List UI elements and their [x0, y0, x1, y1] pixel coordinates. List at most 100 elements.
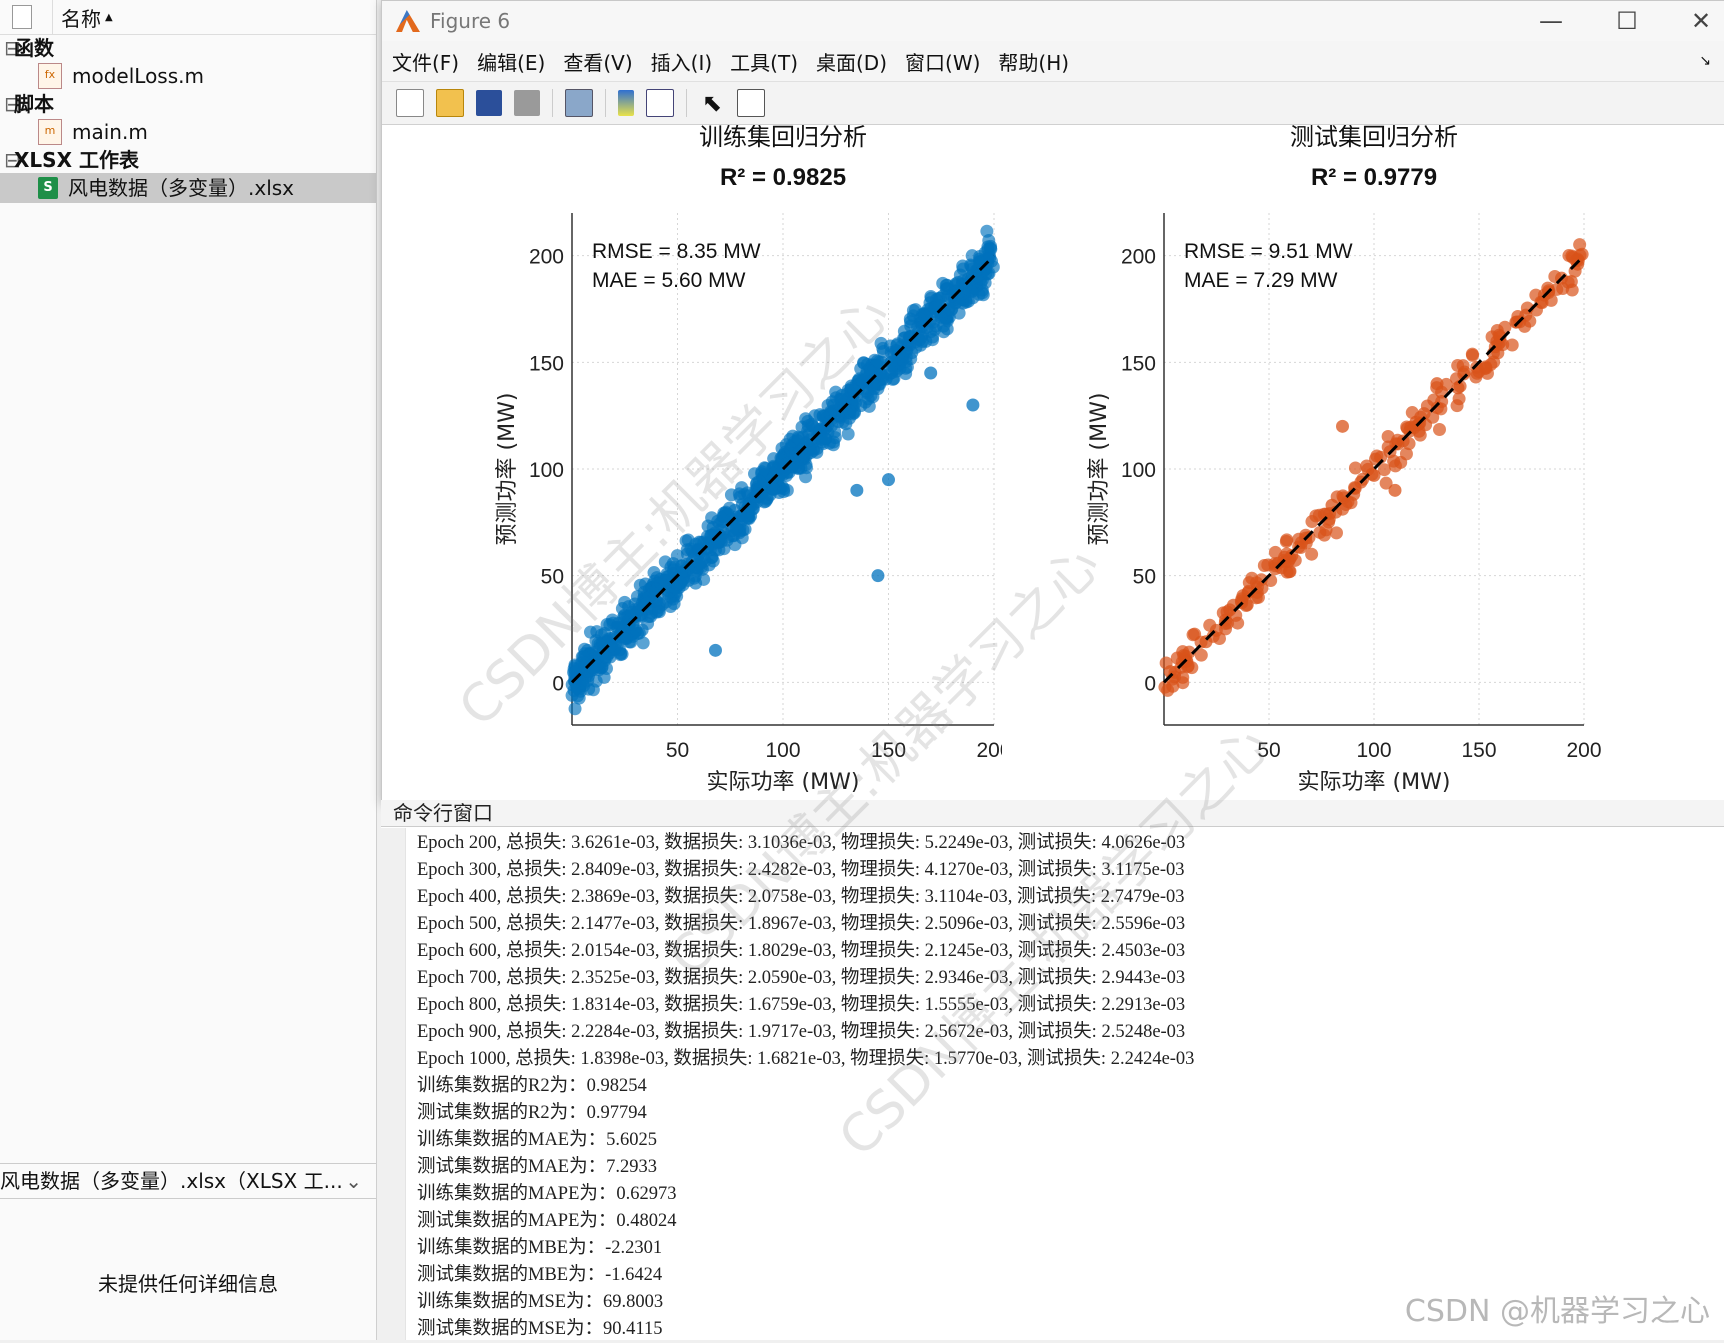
- legend-icon[interactable]: [646, 89, 674, 117]
- chart-subtitle: R² = 0.9779: [1311, 164, 1437, 191]
- command-output-line: Epoch 1000, 总损失: 1.8398e-03, 数据损失: 1.682…: [417, 1049, 1195, 1069]
- figure-title: Figure 6: [430, 9, 511, 33]
- chevron-down-icon[interactable]: ⌄: [345, 1164, 362, 1198]
- scatter-point: [1305, 547, 1319, 561]
- x-tick-label: 100: [1356, 739, 1391, 762]
- y-tick-label: 0: [1144, 672, 1156, 695]
- file-item-wind-data[interactable]: S 风电数据（多变量）.xlsx: [0, 173, 376, 203]
- group-scripts[interactable]: ⊟脚本: [0, 91, 376, 117]
- scatter-point: [792, 460, 806, 474]
- figure-menubar: 文件(F) 编辑(E) 查看(V) 插入(I) 工具(T) 桌面(D) 窗口(W…: [382, 41, 1724, 82]
- scatter-point: [1388, 483, 1402, 497]
- name-column-header[interactable]: 名称: [61, 3, 101, 32]
- link-plot-icon[interactable]: [565, 89, 593, 117]
- scatter-point: [1381, 429, 1395, 443]
- x-tick-label: 50: [666, 739, 689, 762]
- y-tick-label: 100: [529, 459, 564, 482]
- command-gutter: [381, 828, 406, 1340]
- print-icon[interactable]: [514, 90, 540, 116]
- menu-file[interactable]: 文件(F): [392, 47, 459, 76]
- scatter-point: [692, 555, 706, 569]
- command-output-line: 训练集数据的MAPE为：0.62973: [417, 1184, 677, 1204]
- collapse-icon[interactable]: ⊟: [4, 35, 21, 61]
- y-axis-label: 预测功率 (MW): [1087, 393, 1112, 546]
- scatter-point: [1313, 525, 1327, 539]
- menu-view[interactable]: 查看(V): [563, 47, 632, 76]
- csdn-footer-watermark: CSDN @机器学习之心: [1404, 1294, 1710, 1329]
- scatter-point: [897, 324, 911, 338]
- scatter-point: [1348, 461, 1362, 475]
- x-tick-label: 100: [765, 739, 800, 762]
- scatter-point: [937, 319, 951, 333]
- column-divider: [52, 0, 53, 34]
- file-browser-header[interactable]: 名称 ▲: [0, 0, 376, 35]
- scatter-point: [1450, 399, 1464, 413]
- dock-icon[interactable]: ↘: [1699, 53, 1711, 69]
- y-tick-label: 100: [1121, 459, 1156, 482]
- group-functions[interactable]: ⊟函数: [0, 35, 376, 61]
- scatter-point: [1188, 627, 1202, 641]
- scatter-point: [1388, 459, 1402, 473]
- maximize-icon[interactable]: ☐: [1607, 7, 1647, 35]
- scatter-point: [752, 474, 766, 488]
- property-editor-icon[interactable]: [737, 89, 765, 117]
- menu-tools[interactable]: 工具(T): [730, 47, 798, 76]
- command-output-line: Epoch 300, 总损失: 2.8409e-03, 数据损失: 2.4282…: [417, 860, 1185, 880]
- details-dropdown[interactable]: 风电数据（多变量）.xlsx（XLSX 工... ⌄: [0, 1163, 376, 1199]
- file-browser-panel: 名称 ▲ ⊟函数 fx modelLoss.m ⊟脚本 m main.m ⊟XLSX…: [0, 0, 377, 1340]
- scatter-point: [1257, 559, 1271, 573]
- open-folder-icon[interactable]: [436, 89, 464, 117]
- toolbar-separator: [605, 89, 606, 117]
- y-tick-label: 150: [1121, 352, 1156, 375]
- command-output-line: Epoch 200, 总损失: 3.6261e-03, 数据损失: 3.1036…: [417, 833, 1186, 853]
- pointer-icon[interactable]: ⬉: [699, 90, 725, 116]
- collapse-icon[interactable]: ⊟: [4, 91, 21, 117]
- scatter-point: [1535, 296, 1549, 310]
- scatter-point: [767, 482, 781, 496]
- scatter-point: [572, 691, 586, 705]
- close-icon[interactable]: ✕: [1681, 7, 1721, 35]
- save-icon[interactable]: [476, 90, 502, 116]
- scatter-point: [1176, 676, 1190, 690]
- collapse-icon[interactable]: ⊟: [4, 147, 21, 173]
- matlab-script-icon: m: [38, 119, 62, 145]
- command-output: Epoch 200, 总损失: 3.6261e-03, 数据损失: 3.1036…: [417, 830, 1194, 1343]
- matlab-logo-icon: [396, 10, 420, 32]
- menu-help[interactable]: 帮助(H): [998, 47, 1069, 76]
- menu-insert[interactable]: 插入(I): [651, 47, 713, 76]
- menu-desktop[interactable]: 桌面(D): [816, 47, 887, 76]
- scatter-point: [850, 483, 864, 497]
- scatter-point: [1430, 377, 1444, 391]
- scatter-point: [1255, 581, 1269, 595]
- figure-window: Figure 6 — ☐ ✕ 文件(F) 编辑(E) 查看(V) 插入(I) 工…: [381, 0, 1724, 802]
- minimize-icon[interactable]: —: [1531, 7, 1571, 35]
- file-item-main[interactable]: m main.m: [0, 117, 376, 147]
- y-tick-label: 200: [529, 246, 564, 269]
- command-output-line: 训练集数据的R2为：0.98254: [417, 1076, 647, 1096]
- metric-annotation: RMSE = 8.35 MW: [592, 240, 761, 263]
- command-window-body[interactable]: Epoch 200, 总损失: 3.6261e-03, 数据损失: 3.1036…: [381, 828, 1724, 1340]
- scatter-point: [1203, 618, 1217, 632]
- command-output-line: 测试集数据的MSE为：90.4115: [417, 1319, 663, 1339]
- scatter-point: [804, 446, 818, 460]
- figure-titlebar[interactable]: Figure 6 — ☐ ✕: [382, 1, 1724, 41]
- menu-edit[interactable]: 编辑(E): [477, 47, 545, 76]
- matlab-function-icon: fx: [38, 63, 62, 89]
- scatter-point: [1305, 515, 1319, 529]
- file-item-modelloss[interactable]: fx modelLoss.m: [0, 61, 376, 91]
- y-tick-label: 50: [1133, 566, 1156, 589]
- x-tick-label: 50: [1257, 739, 1280, 762]
- scatter-point: [677, 571, 691, 585]
- group-label: 函数: [14, 36, 54, 60]
- command-output-line: 测试集数据的MAPE为：0.48024: [417, 1211, 677, 1231]
- group-xlsx[interactable]: ⊟XLSX 工作表: [0, 147, 376, 173]
- figure-toolbar: ⬉: [382, 82, 1724, 125]
- new-figure-icon[interactable]: [396, 89, 424, 117]
- colorbar-icon[interactable]: [618, 90, 634, 116]
- command-output-line: Epoch 400, 总损失: 2.3869e-03, 数据损失: 2.0758…: [417, 887, 1185, 907]
- command-output-line: 测试集数据的MAE为：7.2933: [417, 1157, 657, 1177]
- scatter-point: [727, 529, 741, 543]
- scatter-point: [1432, 422, 1446, 436]
- menu-window[interactable]: 窗口(W): [905, 47, 980, 76]
- command-output-line: Epoch 600, 总损失: 2.0154e-03, 数据损失: 1.8029…: [417, 941, 1186, 961]
